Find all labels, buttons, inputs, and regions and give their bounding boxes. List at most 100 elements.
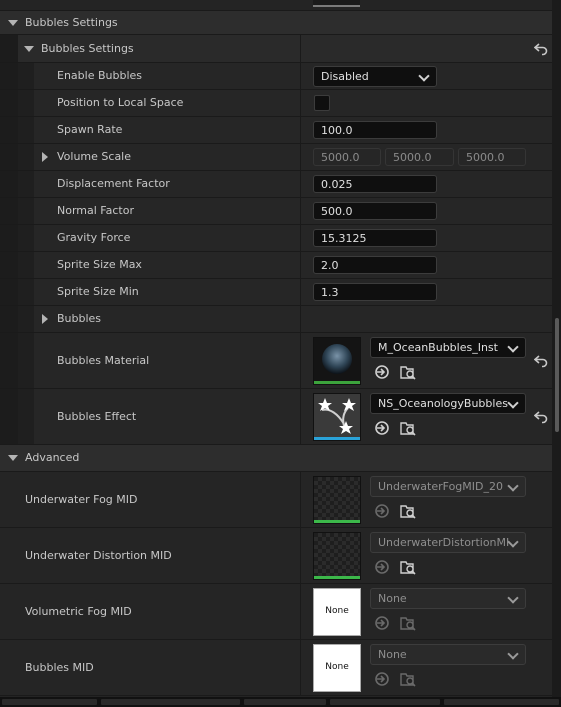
browse-to-asset-icon[interactable] (400, 503, 416, 519)
chevron-down-icon (507, 480, 519, 492)
enable-bubbles-combo[interactable]: Disabled (313, 66, 437, 87)
volume-scale-x-input[interactable]: 5000.0 (313, 148, 381, 166)
group-label: Bubbles Settings (41, 42, 134, 55)
underwater-fog-mid-thumbnail[interactable] (313, 476, 361, 524)
chevron-down-icon (507, 341, 519, 353)
row-underwater-fog-mid: Underwater Fog MID UnderwaterFogMID_20 (0, 472, 552, 528)
use-selected-asset-icon[interactable] (374, 559, 390, 575)
property-label: Bubbles MID (25, 661, 94, 674)
category-bubbles-settings[interactable]: Bubbles Settings (0, 10, 552, 35)
row-volumetric-fog-mid: Volumetric Fog MID None None (0, 584, 552, 640)
use-selected-asset-icon[interactable] (374, 615, 390, 631)
bottom-tab[interactable] (444, 699, 559, 705)
collapse-arrow-icon[interactable] (24, 46, 34, 52)
row-gravity-force: Gravity Force 15.3125 (0, 225, 552, 252)
displacement-factor-input[interactable]: 0.025 (313, 175, 437, 193)
particle-system-icon (318, 398, 356, 434)
group-bubbles-settings[interactable]: Bubbles Settings (0, 35, 552, 63)
sprite-size-max-input[interactable]: 2.0 (313, 256, 437, 274)
volumetric-fog-mid-thumbnail[interactable]: None (313, 588, 361, 636)
property-label: Position to Local Space (57, 96, 184, 109)
thumbnail-none-label: None (325, 606, 349, 616)
row-displacement-factor: Displacement Factor 0.025 (0, 171, 552, 198)
expand-arrow-icon[interactable] (42, 152, 48, 162)
volume-scale-y-input[interactable]: 5000.0 (385, 148, 454, 166)
combo-value: Disabled (321, 70, 369, 83)
asset-name: None (378, 592, 407, 605)
chevron-down-icon (507, 397, 519, 409)
reset-to-default-icon[interactable] (534, 410, 548, 424)
bottom-tab-strip (0, 697, 561, 707)
volumetric-fog-mid-asset-combo[interactable]: None (370, 588, 526, 609)
row-sprite-size-min: Sprite Size Min 1.3 (0, 279, 552, 306)
use-selected-asset-icon[interactable] (374, 364, 390, 380)
category-label: Bubbles Settings (25, 16, 118, 29)
vertical-scrollbar[interactable] (552, 0, 561, 707)
browse-to-asset-icon[interactable] (400, 615, 416, 631)
use-selected-asset-icon[interactable] (374, 503, 390, 519)
bubbles-effect-asset-combo[interactable]: NS_OceanologyBubbles (370, 393, 526, 414)
property-label: Displacement Factor (57, 177, 170, 190)
gravity-force-input[interactable]: 15.3125 (313, 229, 437, 247)
property-label: Gravity Force (57, 231, 131, 244)
browse-to-asset-icon[interactable] (400, 364, 416, 380)
expand-arrow-icon[interactable] (42, 314, 48, 324)
bottom-tab[interactable] (244, 699, 326, 705)
bubbles-material-thumbnail[interactable] (313, 337, 361, 385)
property-label: Sprite Size Max (57, 258, 142, 271)
bottom-tab[interactable] (101, 699, 240, 705)
underwater-fog-mid-asset-combo[interactable]: UnderwaterFogMID_20 (370, 476, 526, 497)
row-volume-scale: Volume Scale 5000.0 5000.0 5000.0 (0, 144, 552, 171)
browse-to-asset-icon[interactable] (400, 671, 416, 687)
property-label: Underwater Distortion MID (25, 549, 172, 562)
property-label: Bubbles (57, 312, 102, 325)
property-label: Bubbles Material (57, 354, 150, 367)
asset-name: UnderwaterFogMID_20 (378, 480, 503, 493)
asset-name: UnderwaterDistortionMI (378, 536, 510, 549)
volume-scale-z-input[interactable]: 5000.0 (458, 148, 526, 166)
row-sprite-size-max: Sprite Size Max 2.0 (0, 252, 552, 279)
position-local-checkbox[interactable] (314, 95, 330, 111)
row-bubbles-mid: Bubbles MID None None (0, 640, 552, 696)
bubbles-mid-asset-combo[interactable]: None (370, 644, 526, 665)
bubbles-mid-thumbnail[interactable]: None (313, 644, 361, 692)
row-spawn-rate: Spawn Rate 100.0 (0, 117, 552, 144)
collapse-arrow-icon[interactable] (8, 455, 18, 461)
property-label: Enable Bubbles (57, 69, 143, 82)
underwater-distortion-mid-thumbnail[interactable] (313, 532, 361, 580)
row-bubbles[interactable]: Bubbles (0, 306, 552, 333)
thumbnail-none-label: None (325, 662, 349, 672)
browse-to-asset-icon[interactable] (400, 559, 416, 575)
property-label: Volume Scale (57, 150, 132, 163)
bubbles-material-asset-combo[interactable]: M_OceanBubbles_Inst (370, 337, 526, 358)
sprite-size-min-input[interactable]: 1.3 (313, 283, 437, 301)
category-advanced[interactable]: Advanced (0, 445, 552, 472)
property-label: Underwater Fog MID (25, 493, 138, 506)
details-panel: Bubbles Settings Bubbles Settings Enable… (0, 0, 552, 707)
bottom-tab[interactable] (2, 699, 97, 705)
spawn-rate-input[interactable]: 100.0 (313, 121, 437, 139)
row-normal-factor: Normal Factor 500.0 (0, 198, 552, 225)
bubbles-effect-thumbnail[interactable] (313, 393, 361, 441)
asset-name: M_OceanBubbles_Inst (378, 341, 498, 354)
reset-to-default-icon[interactable] (534, 42, 548, 56)
chevron-down-icon (418, 70, 430, 82)
property-label: Bubbles Effect (57, 410, 137, 423)
asset-name: NS_OceanologyBubbles (378, 397, 508, 410)
property-label: Spawn Rate (57, 123, 123, 136)
asset-name: None (378, 648, 407, 661)
scrollbar-thumb[interactable] (555, 318, 559, 432)
browse-to-asset-icon[interactable] (400, 420, 416, 436)
use-selected-asset-icon[interactable] (374, 671, 390, 687)
row-bubbles-effect: Bubbles Effect NS_OceanologyBubbles (0, 389, 552, 445)
property-label: Volumetric Fog MID (25, 605, 132, 618)
reset-to-default-icon[interactable] (534, 354, 548, 368)
chevron-down-icon (507, 592, 519, 604)
use-selected-asset-icon[interactable] (374, 420, 390, 436)
normal-factor-input[interactable]: 500.0 (313, 202, 437, 220)
underwater-distortion-mid-asset-combo[interactable]: UnderwaterDistortionMI (370, 532, 526, 553)
row-underwater-distortion-mid: Underwater Distortion MID UnderwaterDist… (0, 528, 552, 584)
bottom-tab[interactable] (330, 699, 440, 705)
collapse-arrow-icon[interactable] (8, 20, 18, 26)
previous-thumbnail-edge (313, 0, 360, 7)
